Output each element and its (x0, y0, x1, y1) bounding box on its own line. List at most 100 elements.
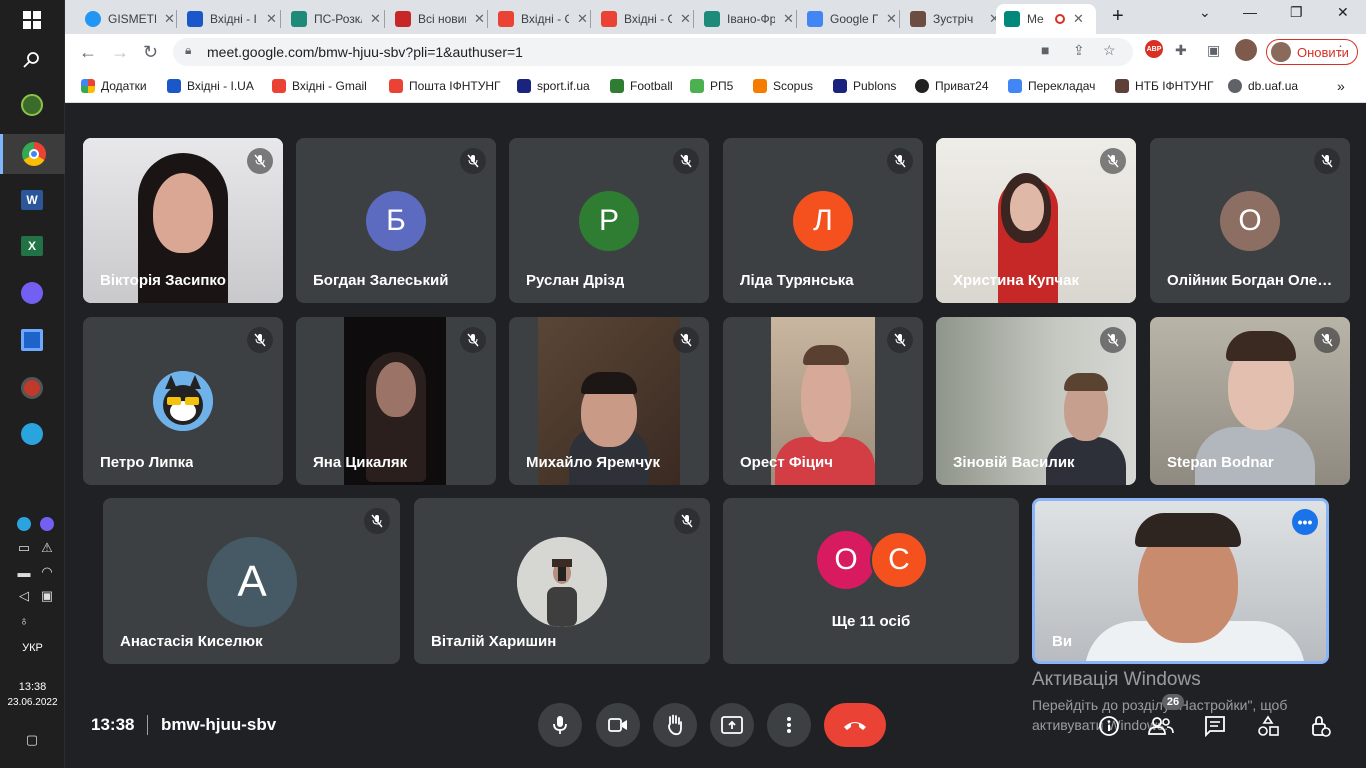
host-controls-icon[interactable] (1307, 713, 1333, 739)
share-icon[interactable]: ⇪ (1073, 42, 1085, 59)
camera-app-icon[interactable] (14, 370, 50, 406)
participant-tile[interactable]: Михайло Яремчук (509, 317, 709, 485)
profile-avatar[interactable] (1235, 39, 1257, 61)
bookmark-sport[interactable]: sport.if.ua (517, 77, 590, 95)
participant-tile[interactable]: Зіновій Василик (936, 317, 1136, 485)
participant-tile[interactable]: Б Богдан Залеський (296, 138, 496, 303)
tab-5[interactable]: Вхідні - Gmail ✕ (593, 4, 699, 34)
viber-icon[interactable] (14, 275, 50, 311)
telegram-tray-icon[interactable] (14, 514, 34, 534)
tab-7[interactable]: Google Перекладач ✕ (799, 4, 905, 34)
tab-8[interactable]: Зустріч ✕ (902, 4, 1008, 34)
meeting-code[interactable]: bmw-hjuu-sbv (161, 715, 276, 735)
side-panel-icon[interactable]: ▣ (1207, 42, 1220, 59)
close-tab-icon[interactable]: ✕ (370, 11, 381, 27)
more-options-button[interactable] (767, 703, 811, 747)
close-tab-icon[interactable]: ✕ (886, 11, 897, 27)
keyboard-language[interactable]: УКР (0, 642, 65, 654)
present-screen-button[interactable] (710, 703, 754, 747)
battery-icon[interactable]: ▬ (14, 562, 34, 582)
notification-tray-icon[interactable]: ▣ (37, 586, 57, 606)
close-tab-icon[interactable]: ✕ (1073, 11, 1084, 27)
action-center-icon[interactable]: ▢ (22, 730, 42, 750)
url-field[interactable]: 🔒︎ meet.google.com/bmw-hjuu-sbv?pli=1&au… (173, 38, 1133, 66)
participant-tile[interactable]: Яна Цикаляк (296, 317, 496, 485)
participant-tile[interactable]: Р Руслан Дрізд (509, 138, 709, 303)
back-icon[interactable]: ← (79, 42, 97, 63)
participant-tile[interactable]: А Анастасія Киселюк (103, 498, 400, 664)
more-vert-icon[interactable]: ⋮ (1334, 43, 1347, 59)
chrome-taskbar-icon[interactable] (0, 134, 65, 174)
close-tab-icon[interactable]: ✕ (164, 11, 175, 27)
microphone-button[interactable] (538, 703, 582, 747)
extensions-icon[interactable]: ✚ (1175, 42, 1187, 59)
tab-search-chevron-icon[interactable]: ⌄ (1199, 4, 1211, 21)
word-icon[interactable]: W (14, 182, 50, 218)
close-tab-icon[interactable]: ✕ (266, 11, 277, 27)
participant-tile[interactable]: Stepan Bodnar (1150, 317, 1350, 485)
bookmark-apps[interactable]: Додатки (81, 77, 147, 95)
tab-4[interactable]: Вхідні - Gmail ✕ (490, 4, 596, 34)
bookmark-uaf[interactable]: db.uaf.ua (1228, 77, 1298, 95)
bookmark-translate[interactable]: Перекладач (1008, 77, 1095, 95)
bookmark-football[interactable]: Football (610, 77, 673, 95)
info-icon[interactable] (1096, 713, 1122, 739)
warning-tray-icon[interactable]: ⚠ (37, 538, 57, 558)
bookmark-gmail[interactable]: Вхідні - Gmail (272, 77, 367, 95)
minimize-icon[interactable]: — (1243, 4, 1257, 20)
participant-tile[interactable]: О Олійник Богдан Олегович (1150, 138, 1350, 303)
others-tile[interactable]: О С Ще 11 осіб (723, 498, 1019, 664)
system-time[interactable]: 13:38 (0, 681, 65, 693)
bookmark-rp5[interactable]: РП5 (690, 77, 733, 95)
monitor-tray-icon[interactable]: ▭ (14, 538, 34, 558)
bookmark-privat24[interactable]: Приват24 (915, 77, 989, 95)
close-tab-icon[interactable]: ✕ (783, 11, 794, 27)
tab-1[interactable]: Вхідні - I.UA ✕ (179, 4, 285, 34)
tab-3[interactable]: Всі новини ✕ (387, 4, 493, 34)
bookmark-publons[interactable]: Publons (833, 77, 896, 95)
excel-icon[interactable]: X (14, 228, 50, 264)
participant-tile[interactable]: Христина Купчак (936, 138, 1136, 303)
more-bookmarks-icon[interactable]: » (1337, 77, 1345, 95)
camera-button[interactable] (596, 703, 640, 747)
reload-icon[interactable]: ↻ (143, 42, 158, 63)
participant-tile[interactable]: Л Ліда Турянська (723, 138, 923, 303)
microphone-tray-icon[interactable]: ♁ (14, 610, 34, 630)
adblock-icon[interactable]: ABP (1145, 40, 1163, 58)
close-window-icon[interactable]: ✕ (1337, 4, 1349, 21)
participant-tile[interactable]: Петро Липка (83, 317, 283, 485)
participant-tile[interactable]: Вікторія Засипко (83, 138, 283, 303)
search-icon[interactable] (14, 42, 50, 78)
close-tab-icon[interactable]: ✕ (474, 11, 485, 27)
new-tab-icon[interactable]: + (1112, 5, 1124, 28)
close-tab-icon[interactable]: ✕ (577, 11, 588, 27)
update-button[interactable]: Оновити ⋮ (1266, 39, 1358, 65)
lock-icon[interactable]: 🔒︎ (185, 43, 191, 58)
bookmark-star-icon[interactable]: ☆ (1103, 42, 1116, 59)
camera-in-use-icon[interactable]: ■ (1041, 42, 1049, 58)
bookmark-ntb[interactable]: НТБ ІФНТУНГ (1115, 77, 1213, 95)
tab-6[interactable]: Івано-Франківськ ✕ (696, 4, 802, 34)
participant-tile[interactable]: Віталій Харишин (414, 498, 710, 664)
forward-icon[interactable]: → (111, 42, 129, 63)
volume-icon[interactable]: ◁ (14, 586, 34, 606)
windows-start-icon[interactable] (14, 2, 50, 38)
bookmark-scopus[interactable]: Scopus (753, 77, 813, 95)
tab-active-meet[interactable]: Me ✕ (996, 4, 1096, 34)
close-tab-icon[interactable]: ✕ (680, 11, 691, 27)
more-options-icon[interactable]: ••• (1292, 509, 1318, 535)
raise-hand-button[interactable] (653, 703, 697, 747)
chat-icon[interactable] (1202, 713, 1228, 739)
system-date[interactable]: 23.06.2022 (0, 697, 65, 708)
telegram-icon[interactable] (14, 416, 50, 452)
save-disk-icon[interactable] (14, 322, 50, 358)
participant-tile[interactable]: Орест Фіцич (723, 317, 923, 485)
viber-tray-icon[interactable] (37, 514, 57, 534)
leave-call-button[interactable] (824, 703, 886, 747)
wifi-icon[interactable]: ◠ (37, 562, 57, 582)
bookmark-iua[interactable]: Вхідні - I.UA (167, 77, 254, 95)
restore-icon[interactable]: ❐ (1290, 4, 1303, 21)
self-tile[interactable]: ••• Ви (1032, 498, 1329, 664)
app-pen-icon[interactable] (14, 87, 50, 123)
activities-icon[interactable] (1255, 713, 1281, 739)
